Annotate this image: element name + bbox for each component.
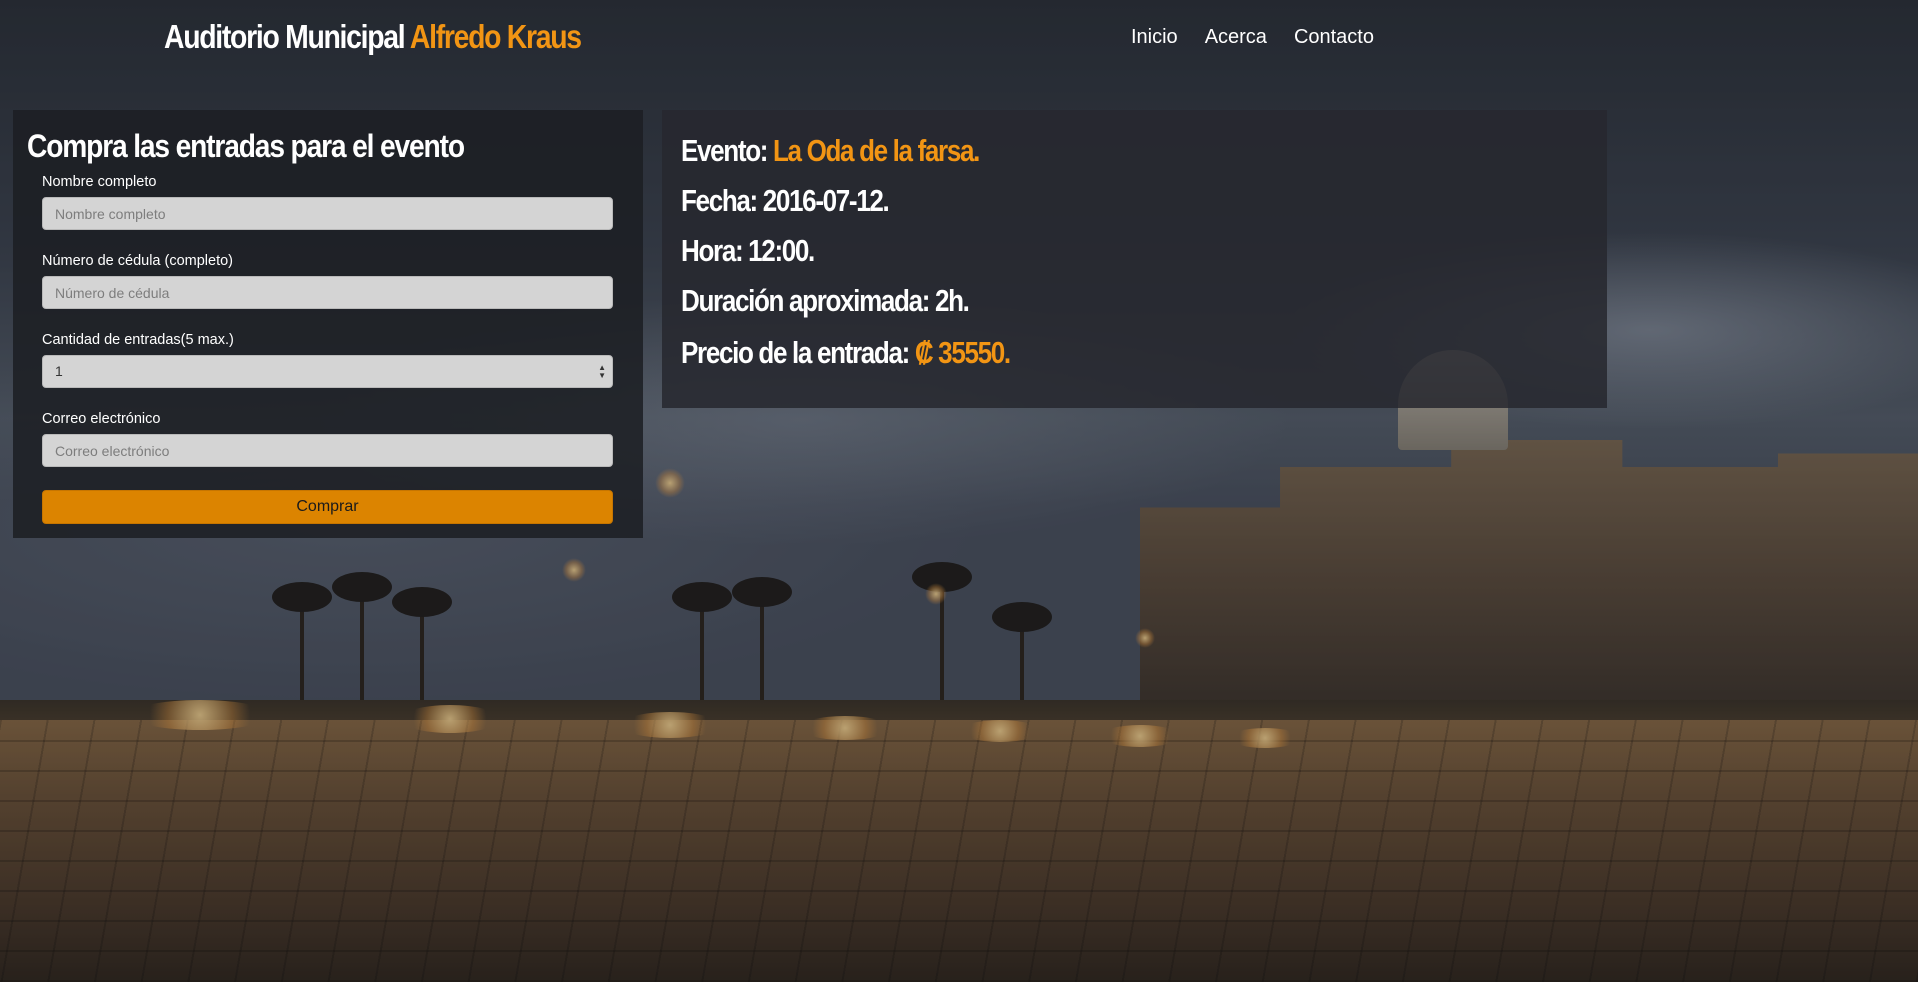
quantity-label: Cantidad de entradas(5 max.) <box>42 332 234 348</box>
email-field-group: Correo electrónico <box>42 411 613 467</box>
time-line: Hora: 12:00. <box>681 233 815 269</box>
nav-link-acerca[interactable]: Acerca <box>1205 26 1267 49</box>
name-input[interactable] <box>42 197 613 230</box>
navbar: Auditorio Municipal Alfredo Kraus Inicio… <box>0 0 1918 78</box>
quantity-selected-value: 1 <box>55 363 63 379</box>
main-nav: Inicio Acerca Contacto <box>1131 26 1374 49</box>
buy-button[interactable]: Comprar <box>42 490 613 524</box>
date-label: Fecha: <box>681 183 758 218</box>
time-value: 12:00. <box>748 233 815 268</box>
id-label: Número de cédula (completo) <box>42 253 234 269</box>
event-name: La Oda de la farsa. <box>772 133 980 168</box>
email-input[interactable] <box>42 434 613 467</box>
duration-label: Duración aproximada: <box>681 283 930 318</box>
email-label: Correo electrónico <box>42 411 161 427</box>
time-label: Hora: <box>681 233 744 268</box>
nav-link-contacto[interactable]: Contacto <box>1294 26 1374 49</box>
duration-line: Duración aproximada: 2h. <box>681 283 970 319</box>
name-label: Nombre completo <box>42 174 157 190</box>
brand-logo[interactable]: Auditorio Municipal Alfredo Kraus <box>164 18 582 56</box>
event-line: Evento: La Oda de la farsa. <box>681 133 980 169</box>
ticket-form-panel: Compra las entradas para el evento Nombr… <box>13 110 643 538</box>
select-arrows-icon: ▲ ▼ <box>598 363 606 380</box>
event-label: Evento: <box>681 133 768 168</box>
brand-main: Auditorio Municipal <box>164 18 406 55</box>
form-title: Compra las entradas para el evento <box>27 128 465 164</box>
quantity-select[interactable]: 1 ▲ ▼ <box>42 355 613 388</box>
quantity-field-group: Cantidad de entradas(5 max.) 1 ▲ ▼ <box>42 332 613 388</box>
duration-value: 2h. <box>934 283 970 318</box>
nav-link-inicio[interactable]: Inicio <box>1131 26 1178 49</box>
price-line: Precio de la entrada: ₡ 35550. <box>681 335 1011 371</box>
date-line: Fecha: 2016-07-12. <box>681 183 890 219</box>
price-label: Precio de la entrada: <box>681 335 910 370</box>
id-number-input[interactable] <box>42 276 613 309</box>
price-value: ₡ 35550. <box>914 335 1011 370</box>
event-info-panel: Evento: La Oda de la farsa. Fecha: 2016-… <box>662 110 1607 408</box>
date-value: 2016-07-12. <box>762 183 890 218</box>
brand-accent: Alfredo Kraus <box>409 18 582 55</box>
id-field-group: Número de cédula (completo) <box>42 253 613 309</box>
name-field-group: Nombre completo <box>42 174 613 230</box>
